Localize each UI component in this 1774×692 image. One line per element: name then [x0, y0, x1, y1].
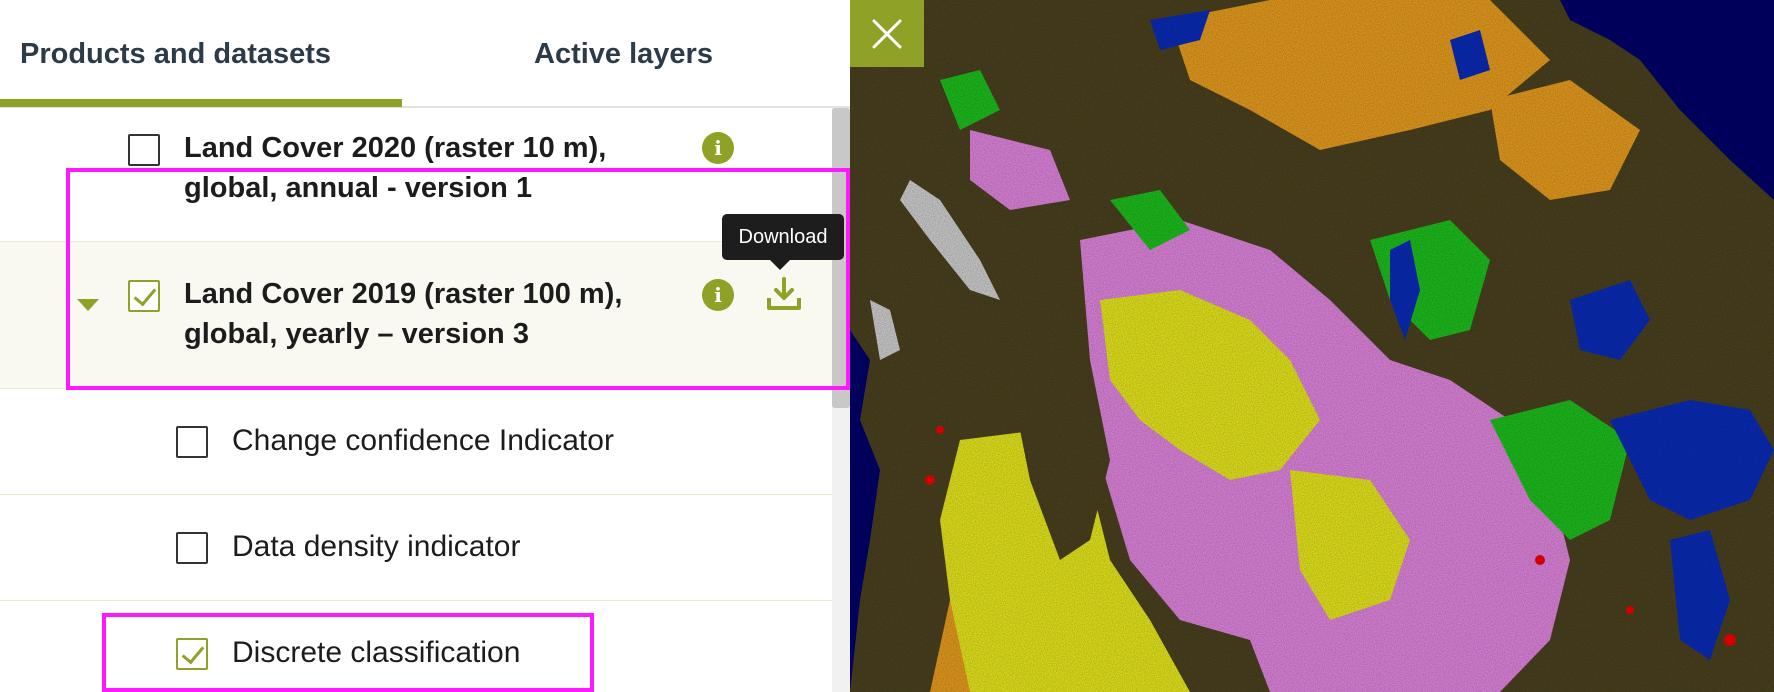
download-tooltip: Download [722, 214, 844, 270]
layers-panel: Products and datasets Active layers Land… [0, 0, 850, 692]
land-cover-2019-checkbox[interactable] [128, 280, 160, 312]
list-item-discrete-classification: Discrete classification [0, 601, 832, 692]
land-cover-2019-title: Land Cover 2019 (raster 100 m), global, … [184, 278, 623, 350]
change-confidence-label: Change confidence Indicator [232, 424, 614, 457]
list-item-land-cover-2019: Land Cover 2019 (raster 100 m), global, … [0, 242, 832, 389]
active-tab-indicator [0, 99, 402, 107]
tab-active-layers[interactable]: Active layers [534, 0, 834, 108]
data-density-label: Data density indicator [232, 530, 521, 563]
tab-products-and-datasets[interactable]: Products and datasets [20, 0, 400, 108]
info-icon[interactable]: i [702, 279, 734, 311]
land-cover-map [850, 0, 1774, 692]
list-item-change-confidence: Change confidence Indicator [0, 389, 832, 495]
map-view[interactable] [850, 0, 1774, 692]
list-item-land-cover-2020: Land Cover 2020 (raster 10 m), global, a… [0, 108, 832, 242]
list-item-data-density: Data density indicator [0, 495, 832, 601]
caret-down-icon[interactable] [77, 299, 99, 311]
discrete-classification-checkbox[interactable] [176, 638, 208, 670]
info-icon[interactable]: i [702, 132, 734, 164]
map-texture-overlay [850, 0, 1774, 692]
data-density-checkbox[interactable] [176, 532, 208, 564]
change-confidence-checkbox[interactable] [176, 426, 208, 458]
download-icon[interactable] [766, 276, 802, 312]
tab-bar: Products and datasets Active layers [0, 0, 850, 108]
close-button[interactable] [850, 0, 924, 67]
land-cover-2020-title: Land Cover 2020 (raster 10 m), global, a… [184, 132, 607, 204]
discrete-classification-label: Discrete classification [232, 636, 521, 669]
land-cover-2020-checkbox[interactable] [128, 134, 160, 166]
close-icon [872, 19, 902, 48]
dataset-list: Land Cover 2020 (raster 10 m), global, a… [0, 108, 832, 692]
